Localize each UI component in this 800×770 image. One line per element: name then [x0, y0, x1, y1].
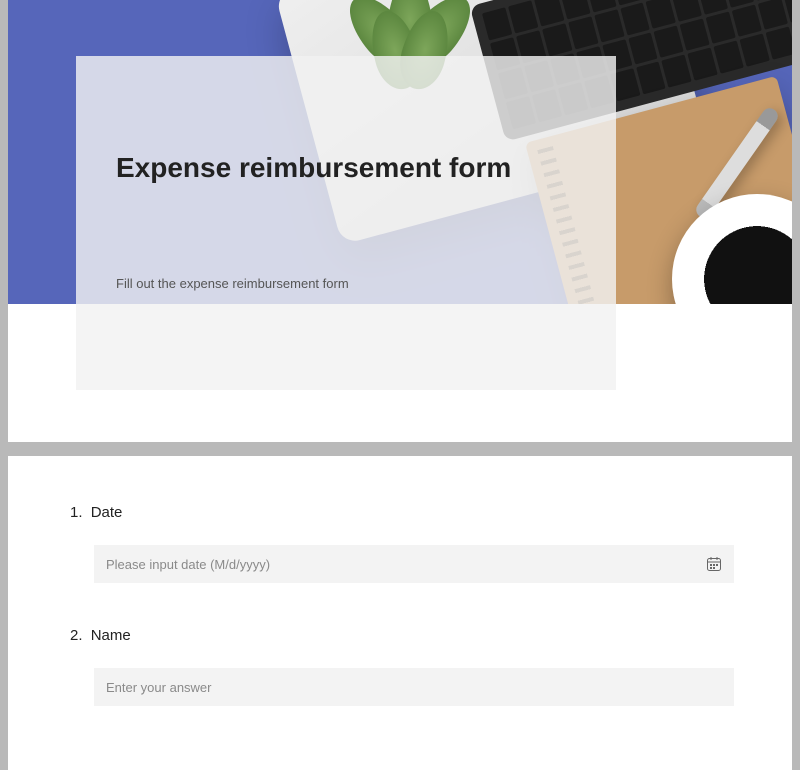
- form-title: Expense reimbursement form: [116, 152, 576, 184]
- question-date: 1. Date: [70, 504, 730, 583]
- date-input[interactable]: [106, 557, 706, 572]
- hero-extension: [8, 304, 792, 396]
- question-name: 2. Name: [70, 627, 730, 706]
- hero-wrapper: Expense reimbursement form Fill out the …: [8, 0, 792, 396]
- question-text: Date: [91, 504, 123, 521]
- name-input-wrapper[interactable]: [94, 668, 734, 706]
- section-gap: [0, 442, 800, 456]
- name-input[interactable]: [106, 680, 722, 695]
- question-label: 2. Name: [70, 627, 730, 644]
- calendar-icon[interactable]: [706, 556, 722, 572]
- question-number: 2.: [70, 627, 83, 644]
- question-label: 1. Date: [70, 504, 730, 521]
- plant-decor: [338, 0, 498, 110]
- form-subtitle: Fill out the expense reimbursement form: [116, 276, 576, 291]
- spacer: [8, 396, 792, 442]
- date-input-wrapper[interactable]: [94, 545, 734, 583]
- form-header-section: Expense reimbursement form Fill out the …: [8, 0, 792, 442]
- form-questions-section: 1. Date 2.: [8, 456, 792, 770]
- question-number: 1.: [70, 504, 83, 521]
- question-text: Name: [91, 627, 131, 644]
